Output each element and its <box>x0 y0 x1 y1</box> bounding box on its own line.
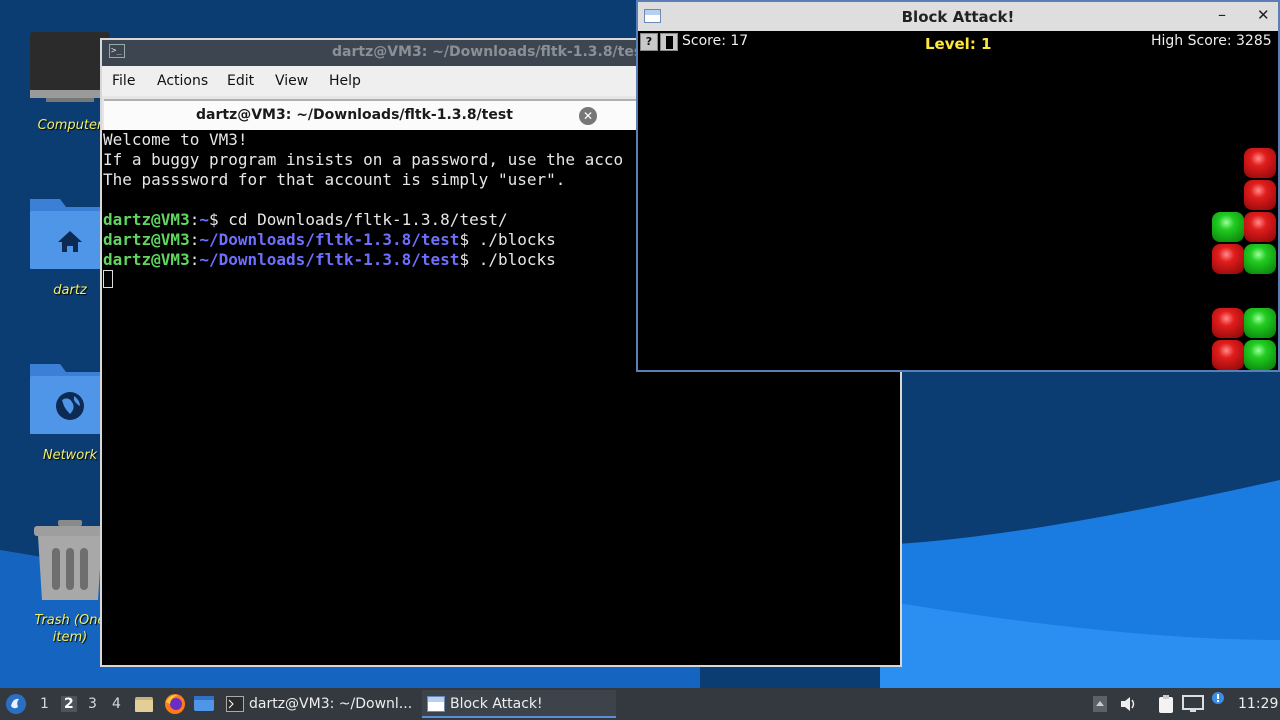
tab-label: dartz@VM3: ~/Downloads/fltk-1.3.8/test <box>196 107 513 123</box>
update-notification-icon[interactable] <box>1211 691 1225 705</box>
prompt-path: ~ <box>199 210 209 229</box>
text-cursor <box>103 270 113 288</box>
red-block <box>1244 212 1276 242</box>
terminal-icon <box>226 696 244 712</box>
clipboard-icon[interactable] <box>1156 694 1176 714</box>
menu-view[interactable]: View <box>275 73 308 89</box>
red-block <box>1244 148 1276 178</box>
taskbar-window-block-attack[interactable]: Block Attack! <box>422 690 616 718</box>
start-menu-icon[interactable] <box>4 692 28 716</box>
red-block <box>1212 308 1244 338</box>
prompt-command: $ ./blocks <box>459 230 556 249</box>
terminal-title: dartz@VM3: ~/Downloads/fltk-1.3.8/test <box>332 44 649 60</box>
green-block <box>1244 340 1276 370</box>
file-manager-icon[interactable] <box>134 694 154 714</box>
taskbar-window-label: dartz@VM3: ~/Downl... <box>249 696 413 712</box>
workspace-4[interactable]: 4 <box>112 696 121 712</box>
menu-edit[interactable]: Edit <box>227 73 254 89</box>
terminal-icon: >_ <box>109 44 125 58</box>
game-board[interactable] <box>638 2 1278 370</box>
workspace-2[interactable]: 2 <box>61 696 77 712</box>
red-block <box>1212 340 1244 370</box>
taskbar-window-terminal[interactable]: dartz@VM3: ~/Downl... <box>222 690 416 718</box>
green-block <box>1244 308 1276 338</box>
prompt-command: $ ./blocks <box>459 250 556 269</box>
prompt-user: dartz@VM3 <box>103 210 190 229</box>
menu-file[interactable]: File <box>112 73 135 89</box>
clock[interactable]: 11:29 <box>1238 696 1278 712</box>
window-icon <box>427 696 445 712</box>
menu-actions[interactable]: Actions <box>157 73 208 89</box>
tray-up-arrow-icon[interactable] <box>1092 695 1108 713</box>
green-block <box>1244 244 1276 274</box>
tab-close-icon[interactable]: ✕ <box>579 107 597 125</box>
green-block <box>1212 212 1244 242</box>
red-block <box>1244 180 1276 210</box>
prompt-user: dartz@VM3 <box>103 250 190 269</box>
network-tray-icon[interactable] <box>1182 695 1204 713</box>
firefox-icon[interactable] <box>164 693 186 715</box>
volume-icon[interactable] <box>1119 695 1139 713</box>
workspace-3[interactable]: 3 <box>88 696 97 712</box>
desktop-show-icon[interactable] <box>193 694 215 714</box>
red-block <box>1212 244 1244 274</box>
taskbar-window-label: Block Attack! <box>450 696 543 712</box>
workspace-1[interactable]: 1 <box>40 696 49 712</box>
menu-help[interactable]: Help <box>329 73 361 89</box>
prompt-command: $ cd Downloads/fltk-1.3.8/test/ <box>208 210 508 229</box>
block-attack-window[interactable]: Block Attack! – ✕ ? Score: 17 Level: 1 H… <box>636 0 1280 372</box>
prompt-path: ~/Downloads/fltk-1.3.8/test <box>199 230 460 249</box>
prompt-path: ~/Downloads/fltk-1.3.8/test <box>199 250 460 269</box>
block-stack <box>1212 148 1276 370</box>
taskbar: 1 2 3 4 dartz@VM3: ~/Downl... Block Atta… <box>0 688 1280 720</box>
prompt-user: dartz@VM3 <box>103 230 190 249</box>
terminal-tab[interactable]: dartz@VM3: ~/Downloads/fltk-1.3.8/test ✕ <box>104 99 636 130</box>
